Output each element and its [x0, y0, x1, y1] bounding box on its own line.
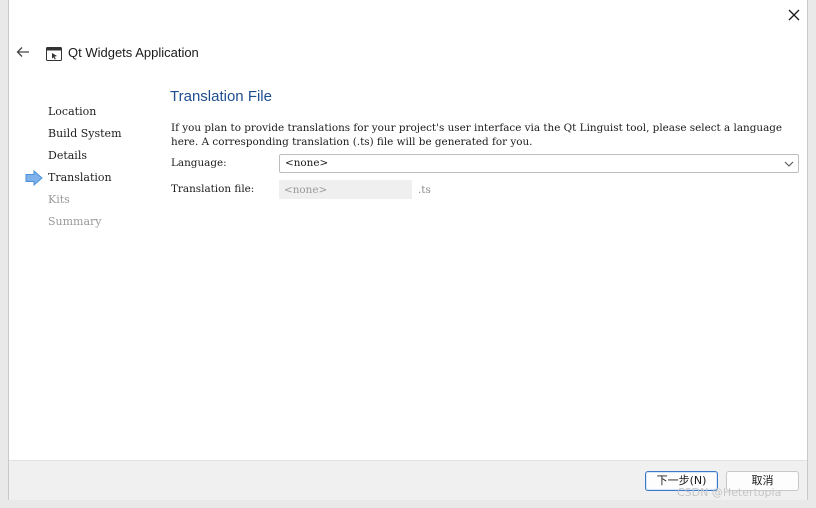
step-label: Build System	[48, 127, 122, 140]
step-kits: Kits	[9, 192, 159, 214]
window-title: Qt Widgets Application	[68, 45, 199, 60]
translation-file-label: Translation file:	[171, 183, 255, 195]
page-description: If you plan to provide translations for …	[171, 122, 783, 148]
step-label: Summary	[48, 215, 102, 228]
step-details: Details	[9, 148, 159, 170]
language-label: Language:	[171, 157, 227, 169]
step-summary: Summary	[9, 214, 159, 236]
step-build-system: Build System	[9, 126, 159, 148]
step-label: Details	[48, 149, 87, 162]
translation-file-extension: .ts	[418, 184, 431, 196]
application-window-icon	[46, 47, 62, 61]
close-icon	[788, 9, 800, 21]
back-button[interactable]	[13, 42, 33, 62]
language-select-value: <none>	[285, 157, 329, 169]
language-select[interactable]: <none>	[279, 154, 799, 173]
step-translation: Translation	[9, 170, 159, 192]
step-label: Kits	[48, 193, 70, 206]
watermark: CSDN @Hetertopia	[677, 486, 782, 499]
close-button[interactable]	[783, 4, 805, 26]
wizard-window: Qt Widgets Application Location Build Sy…	[8, 0, 808, 500]
page-title: Translation File	[170, 88, 272, 105]
chevron-down-icon	[784, 161, 794, 167]
back-arrow-icon	[16, 47, 29, 57]
translation-file-input[interactable]	[279, 180, 412, 199]
step-label: Translation	[48, 171, 112, 184]
wizard-steps: Location Build System Details Translatio…	[9, 104, 159, 236]
step-location: Location	[9, 104, 159, 126]
current-step-arrow-icon	[25, 170, 43, 186]
step-label: Location	[48, 105, 97, 118]
